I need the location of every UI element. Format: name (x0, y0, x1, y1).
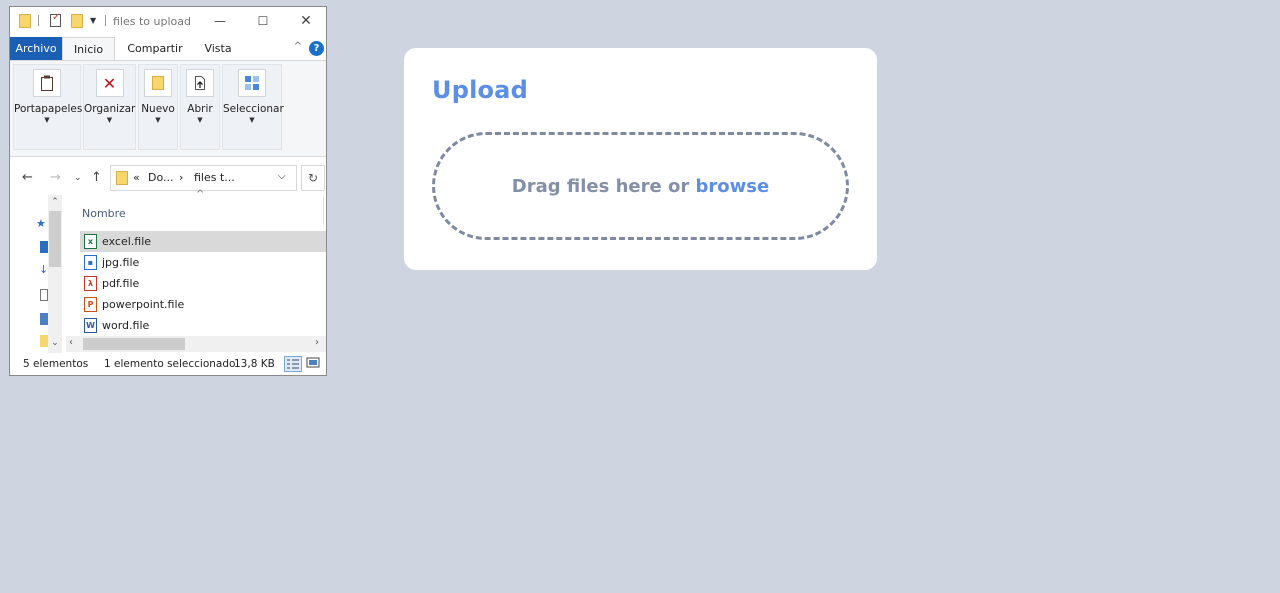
address-separator: › (179, 171, 184, 184)
selection-count: 1 elemento seleccionado (104, 358, 236, 370)
drop-text: Drag files here or (511, 175, 690, 197)
select-grid-icon (238, 69, 266, 97)
browse-link[interactable]: browse (696, 176, 770, 197)
file-row[interactable]: ▪ jpg.file (80, 252, 326, 273)
dropdown-arrow-icon: ▼ (44, 116, 50, 124)
address-bar[interactable]: « Do... › files t... ⌵ (110, 165, 297, 191)
divider (38, 15, 39, 26)
ribbon-group-label: Abrir (187, 103, 213, 115)
details-view-icon[interactable] (284, 356, 302, 372)
status-bar: 5 elementos 1 elemento seleccionado 13,8… (10, 353, 326, 375)
address-overflow-chevrons[interactable]: « (133, 171, 140, 184)
sort-ascending-icon: ^ (196, 189, 205, 200)
scroll-right-icon[interactable]: › (315, 337, 319, 348)
clipboard-icon (33, 69, 61, 97)
word-file-icon: W (84, 318, 97, 333)
ribbon-group-label: Seleccionar (223, 103, 284, 115)
column-header-name[interactable]: Nombre (82, 207, 126, 220)
scroll-down-icon[interactable]: ⌄ (48, 338, 62, 348)
large-icons-view-icon[interactable] (305, 356, 323, 372)
close-button[interactable]: ✕ (291, 10, 321, 32)
tree-vertical-scrollbar[interactable]: ⌃ ⌄ (48, 195, 62, 353)
file-row[interactable]: Wword.file (80, 315, 326, 336)
powerpoint-file-icon: P (84, 297, 97, 312)
column-divider (323, 197, 324, 225)
ribbon-group-nuevo[interactable]: Nuevo ▼ (138, 64, 178, 150)
scroll-left-icon[interactable]: ‹ (69, 337, 73, 348)
file-row[interactable]: x excel.file (80, 231, 326, 252)
ribbon-group-label: Nuevo (141, 103, 175, 115)
image-file-icon: ▪ (84, 255, 97, 270)
title-bar: ▼ files to upload — ☐ ✕ (10, 7, 326, 37)
back-arrow-icon[interactable]: ← (22, 170, 33, 185)
customize-toolbar-chevron-icon[interactable]: ▼ (90, 16, 96, 25)
file-name: jpg.file (102, 256, 140, 269)
divider (105, 15, 106, 26)
tab-inicio[interactable]: Inicio (62, 37, 115, 60)
forward-arrow-icon[interactable]: → (50, 170, 61, 185)
ribbon-group-abrir[interactable]: Abrir ▼ (180, 64, 220, 150)
navigation-bar: ← → ⌄ ↑ « Do... › files t... ⌵ ↻ (10, 157, 326, 199)
folder-icon[interactable] (40, 335, 48, 347)
ribbon-group-seleccionar[interactable]: Seleccionar ▼ (222, 64, 284, 150)
file-name: pdf.file (102, 277, 140, 290)
ribbon-group-label: Portapapeles (14, 103, 83, 115)
delete-x-icon: ✕ (95, 69, 124, 97)
maximize-button[interactable]: ☐ (248, 10, 278, 32)
scrollbar-thumb[interactable] (49, 211, 61, 267)
up-arrow-icon[interactable]: ↑ (91, 170, 102, 185)
tab-compartir[interactable]: Compartir (122, 37, 188, 60)
tab-archivo[interactable]: Archivo (10, 37, 62, 60)
file-row[interactable]: λ pdf.file (80, 273, 326, 294)
upload-title: Upload (432, 76, 528, 104)
drop-instructions: Drag files here or browse (512, 176, 769, 197)
folder-icon (116, 171, 128, 185)
new-folder-quick-icon[interactable] (71, 14, 83, 28)
file-name: word.file (102, 319, 150, 332)
ribbon-group-organizar[interactable]: ✕ Organizar ▼ (83, 64, 136, 150)
tab-vista[interactable]: Vista (197, 37, 239, 60)
minimize-button[interactable]: — (205, 10, 235, 32)
quick-access-star-icon[interactable]: ★ (36, 217, 46, 230)
item-count: 5 elementos (23, 358, 89, 370)
address-segment-files-to-upload[interactable]: files t... (194, 171, 235, 184)
scrollbar-thumb[interactable] (83, 338, 185, 350)
folder-icon (19, 14, 31, 28)
collapse-ribbon-icon[interactable]: ^ (294, 41, 302, 52)
recent-locations-chevron-icon[interactable]: ⌄ (74, 173, 82, 183)
scroll-up-icon[interactable]: ⌃ (48, 197, 62, 207)
open-icon (186, 69, 214, 97)
file-name: excel.file (102, 235, 152, 248)
downloads-icon[interactable]: ↓ (39, 263, 48, 276)
ribbon: Portapapeles ▼ ✕ Organizar ▼ Nuevo ▼ Abr… (10, 61, 326, 157)
properties-icon[interactable] (50, 12, 61, 27)
help-icon[interactable]: ? (309, 41, 324, 56)
pictures-icon[interactable] (40, 313, 48, 325)
file-name: powerpoint.file (102, 298, 185, 311)
dropdown-arrow-icon: ▼ (249, 116, 255, 124)
dropdown-arrow-icon: ▼ (106, 116, 113, 124)
ribbon-group-label: Organizar (84, 103, 136, 115)
content-pane: ★ ↓ ⌃ ⌄ Nombre ^ x excel.file ▪ jpg.file λ pd… (10, 189, 326, 353)
selection-size: 13,8 KB (234, 358, 275, 370)
address-segment-documents[interactable]: Do... (148, 171, 174, 184)
horizontal-scrollbar[interactable]: ‹ › (66, 336, 326, 352)
new-folder-icon (144, 69, 172, 97)
pdf-file-icon: λ (84, 276, 97, 291)
dropdown-arrow-icon: ▼ (197, 116, 203, 124)
ribbon-group-portapapeles[interactable]: Portapapeles ▼ (13, 64, 83, 150)
documents-icon[interactable] (40, 289, 48, 301)
refresh-button[interactable]: ↻ (301, 165, 325, 191)
dropdown-arrow-icon: ▼ (155, 116, 161, 124)
file-row[interactable]: Ppowerpoint.file (80, 294, 326, 315)
window-title: files to upload (113, 15, 191, 28)
address-dropdown-chevron-icon[interactable]: ⌵ (278, 171, 286, 182)
desktop-icon[interactable] (40, 241, 48, 253)
upload-card: Upload Drag files here or browse (404, 48, 877, 270)
excel-file-icon: x (84, 234, 97, 249)
ribbon-tabs: Archivo Inicio Compartir Vista ^ ? (10, 37, 326, 61)
file-explorer-window: ▼ files to upload — ☐ ✕ Archivo Inicio C… (9, 6, 327, 376)
file-drop-zone[interactable]: Drag files here or browse (432, 132, 849, 240)
